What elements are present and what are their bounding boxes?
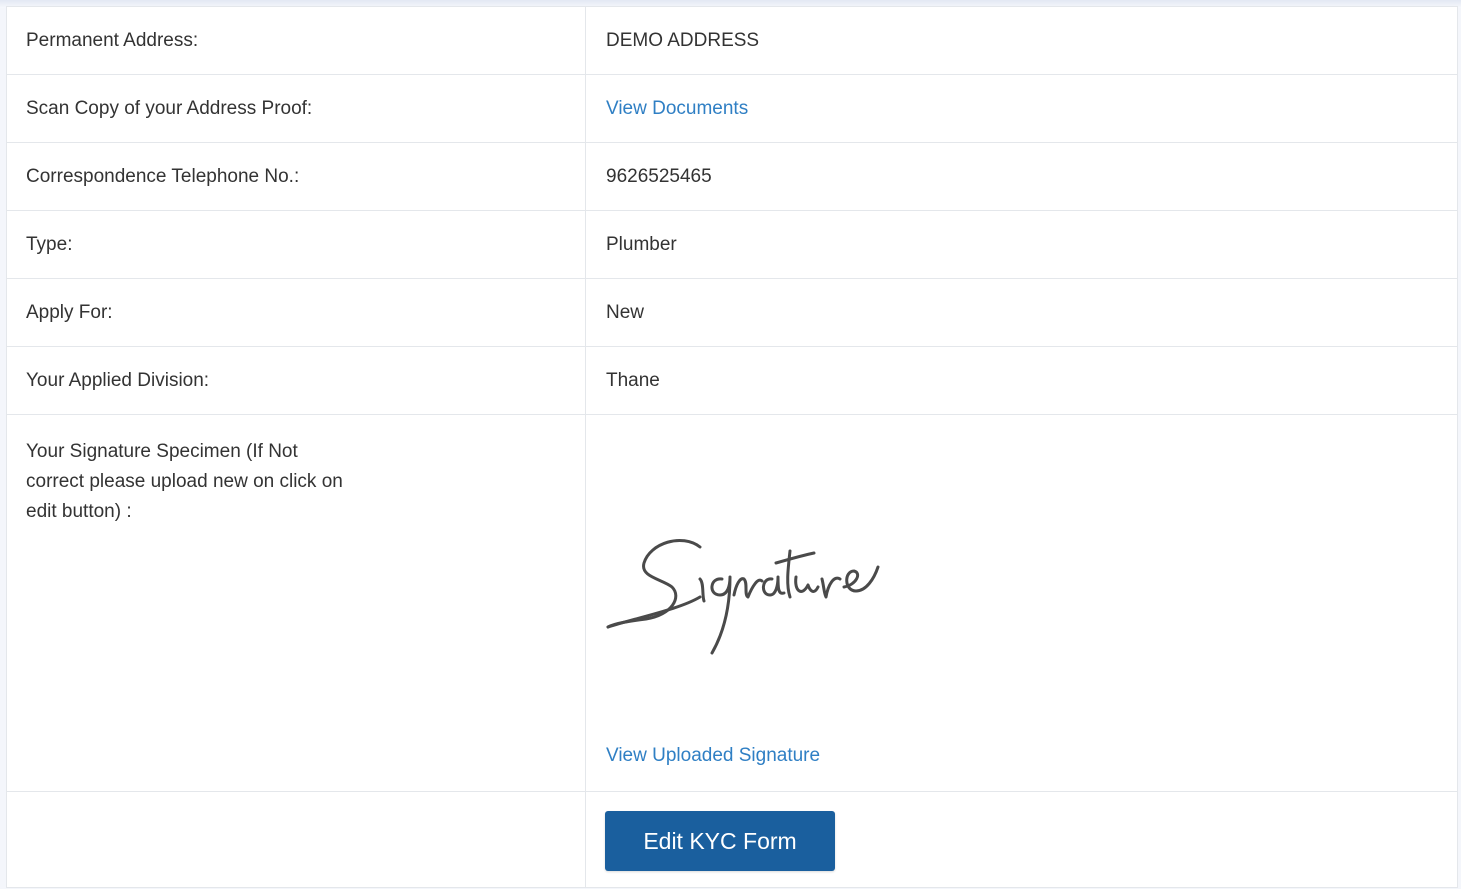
view-documents-link[interactable]: View Documents xyxy=(606,98,748,119)
row-address-proof: Scan Copy of your Address Proof: View Do… xyxy=(6,74,1458,143)
row-apply-for: Apply For: New xyxy=(6,278,1458,347)
row-telephone: Correspondence Telephone No.: 9626525465 xyxy=(6,142,1458,211)
division-value: Thane xyxy=(585,346,1458,415)
address-proof-cell: View Documents xyxy=(585,74,1458,143)
row-actions: Edit KYC Form xyxy=(6,791,1458,888)
telephone-value: 9626525465 xyxy=(585,142,1458,211)
row-permanent-address: Permanent Address: DEMO ADDRESS xyxy=(6,6,1458,75)
telephone-label: Correspondence Telephone No.: xyxy=(6,142,586,211)
edit-kyc-form-button[interactable]: Edit KYC Form xyxy=(605,811,835,871)
row-signature: Your Signature Specimen (If Not correct … xyxy=(6,414,1458,792)
division-label: Your Applied Division: xyxy=(6,346,586,415)
signature-label-cell: Your Signature Specimen (If Not correct … xyxy=(6,414,586,792)
kyc-details-table: Permanent Address: DEMO ADDRESS Scan Cop… xyxy=(6,6,1458,888)
row-division: Your Applied Division: Thane xyxy=(6,346,1458,415)
apply-for-label: Apply For: xyxy=(6,278,586,347)
actions-empty-cell xyxy=(6,791,586,888)
signature-label: Your Signature Specimen (If Not correct … xyxy=(26,441,343,522)
permanent-address-label: Permanent Address: xyxy=(6,6,586,75)
type-label: Type: xyxy=(6,210,586,279)
address-proof-label: Scan Copy of your Address Proof: xyxy=(6,74,586,143)
view-uploaded-signature-link[interactable]: View Uploaded Signature xyxy=(606,745,820,767)
permanent-address-value: DEMO ADDRESS xyxy=(585,6,1458,75)
signature-value-cell: View Uploaded Signature xyxy=(585,414,1458,792)
apply-for-value: New xyxy=(585,278,1458,347)
type-value: Plumber xyxy=(585,210,1458,279)
signature-image xyxy=(600,515,900,665)
row-type: Type: Plumber xyxy=(6,210,1458,279)
actions-cell: Edit KYC Form xyxy=(585,791,1458,888)
signature-drawing xyxy=(606,538,880,655)
